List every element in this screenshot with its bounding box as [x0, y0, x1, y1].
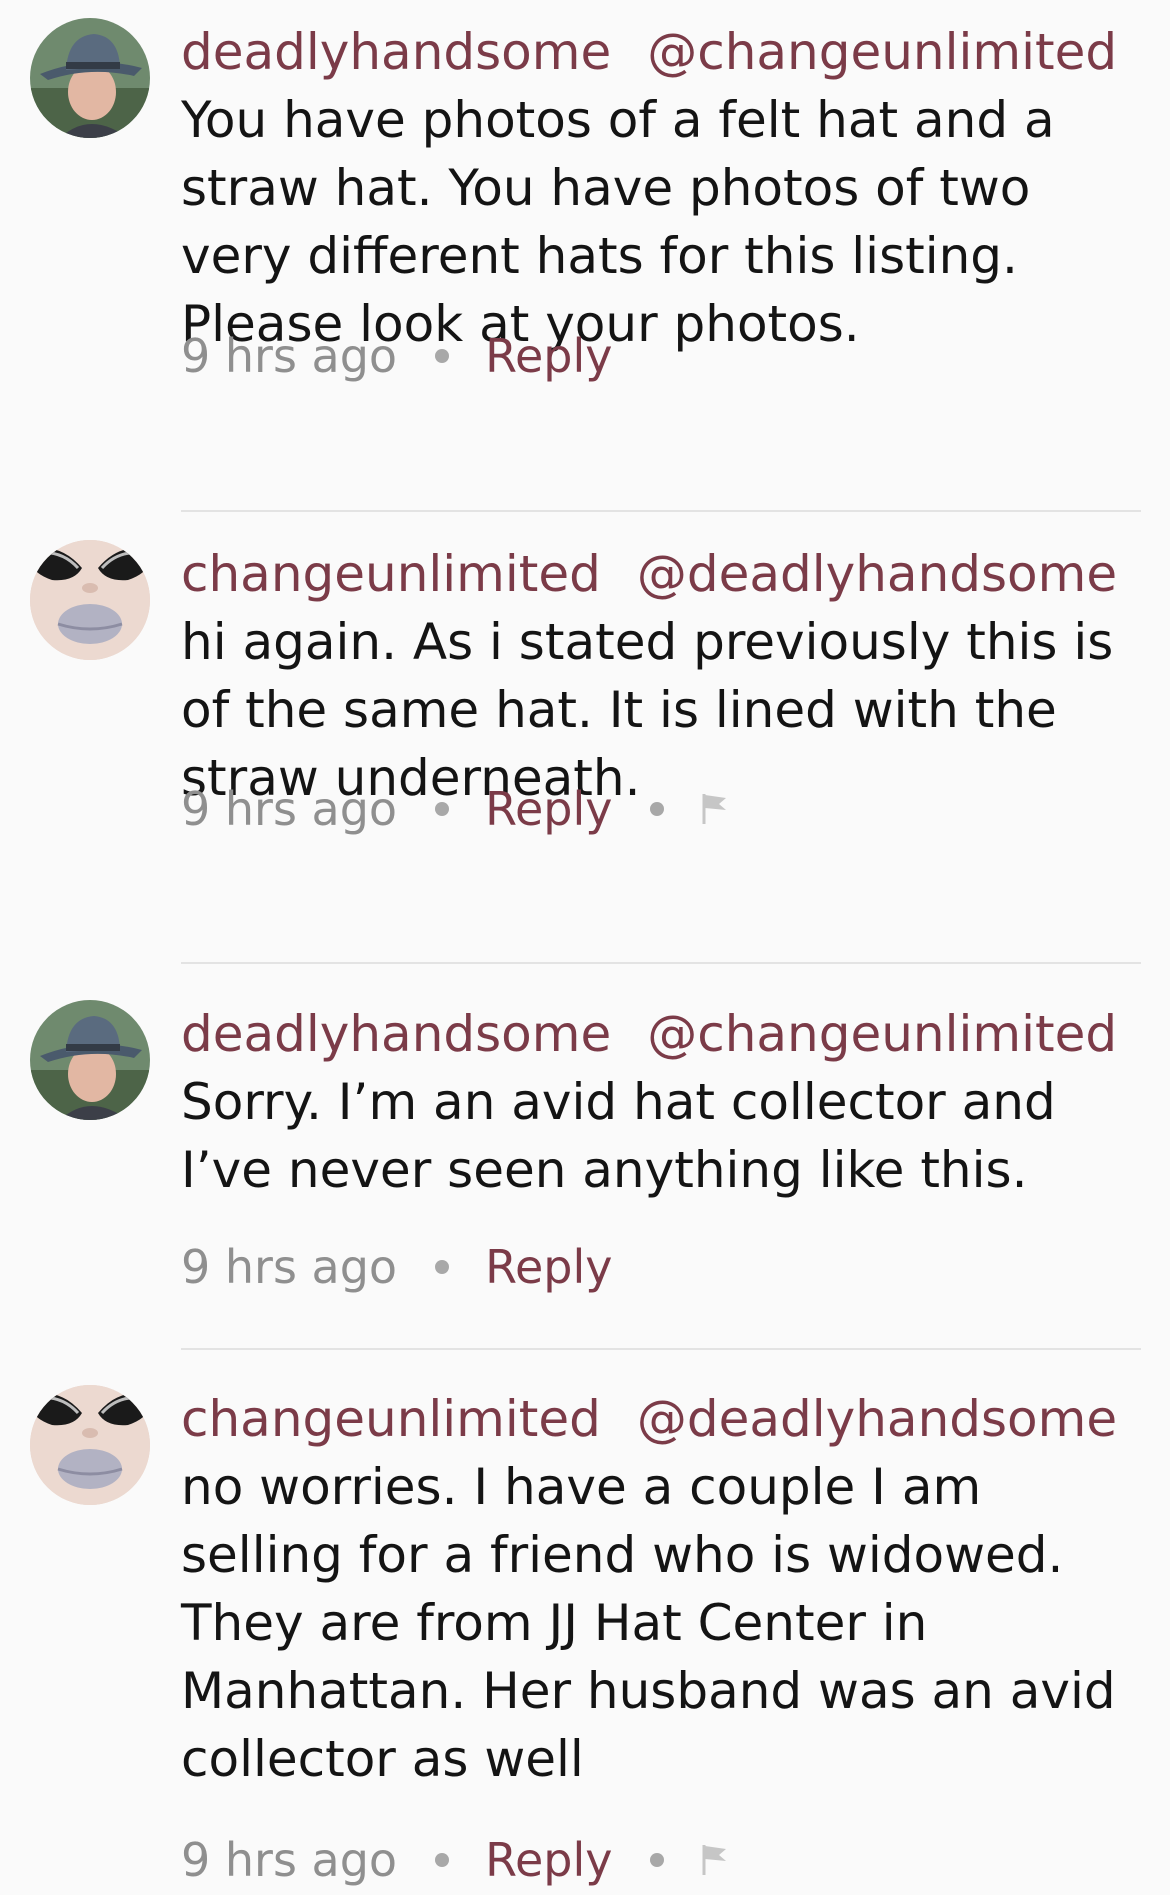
separator-dot-icon: [435, 349, 450, 363]
comment-divider: [181, 1348, 1141, 1350]
comment-text: You have photos of a felt hat and a stra…: [181, 91, 1055, 353]
comment-header: deadlyhandsome @changeunlimited: [181, 18, 1141, 86]
comment-author-link[interactable]: deadlyhandsome: [181, 1005, 611, 1063]
comment-meta: 9 hrs ago Reply: [181, 1825, 730, 1895]
comment-author-link[interactable]: changeunlimited: [181, 545, 601, 603]
flag-icon[interactable]: [700, 1843, 730, 1877]
man-in-fedora-avatar-icon: [30, 1000, 150, 1120]
sunglasses-lips-avatar-icon: [30, 1385, 150, 1505]
comment-mention-link[interactable]: @deadlyhandsome: [637, 545, 1117, 603]
comment-divider: [181, 510, 1141, 512]
user-avatar[interactable]: [30, 1385, 150, 1505]
separator-dot-icon: [435, 1260, 450, 1274]
sunglasses-lips-avatar-icon: [30, 540, 150, 660]
comment-meta: 9 hrs ago Reply: [181, 774, 730, 844]
comment-header: changeunlimited @deadlyhandsome: [181, 540, 1141, 608]
comment-timestamp: 9 hrs ago: [181, 1833, 398, 1887]
comment-author-link[interactable]: changeunlimited: [181, 1390, 601, 1448]
user-avatar[interactable]: [30, 540, 150, 660]
comment-text: Sorry. I’m an avid hat collector and I’v…: [181, 1073, 1056, 1199]
separator-dot-icon: [650, 1853, 665, 1867]
comment-text: no worries. I have a couple I am selling…: [181, 1458, 1116, 1788]
separator-dot-icon: [435, 1853, 450, 1867]
comment-header: deadlyhandsome @changeunlimited: [181, 1000, 1141, 1068]
comment-mention-link[interactable]: @deadlyhandsome: [637, 1390, 1117, 1448]
comment-timestamp: 9 hrs ago: [181, 782, 398, 836]
comment-meta: 9 hrs ago Reply: [181, 321, 612, 391]
user-avatar[interactable]: [30, 18, 150, 138]
comment-timestamp: 9 hrs ago: [181, 329, 398, 383]
reply-button[interactable]: Reply: [485, 1825, 612, 1895]
separator-dot-icon: [435, 802, 450, 816]
separator-dot-icon: [650, 802, 665, 816]
comment-timestamp: 9 hrs ago: [181, 1240, 398, 1294]
reply-button[interactable]: Reply: [485, 774, 612, 844]
reply-button[interactable]: Reply: [485, 321, 612, 391]
flag-icon[interactable]: [700, 792, 730, 826]
comment-meta: 9 hrs ago Reply: [181, 1232, 612, 1302]
comment-author-link[interactable]: deadlyhandsome: [181, 23, 611, 81]
reply-button[interactable]: Reply: [485, 1232, 612, 1302]
comment-mention-link[interactable]: @changeunlimited: [647, 1005, 1117, 1063]
comment-header: changeunlimited @deadlyhandsome: [181, 1385, 1141, 1453]
comment-divider: [181, 962, 1141, 964]
comment-mention-link[interactable]: @changeunlimited: [647, 23, 1117, 81]
man-in-fedora-avatar-icon: [30, 18, 150, 138]
user-avatar[interactable]: [30, 1000, 150, 1120]
